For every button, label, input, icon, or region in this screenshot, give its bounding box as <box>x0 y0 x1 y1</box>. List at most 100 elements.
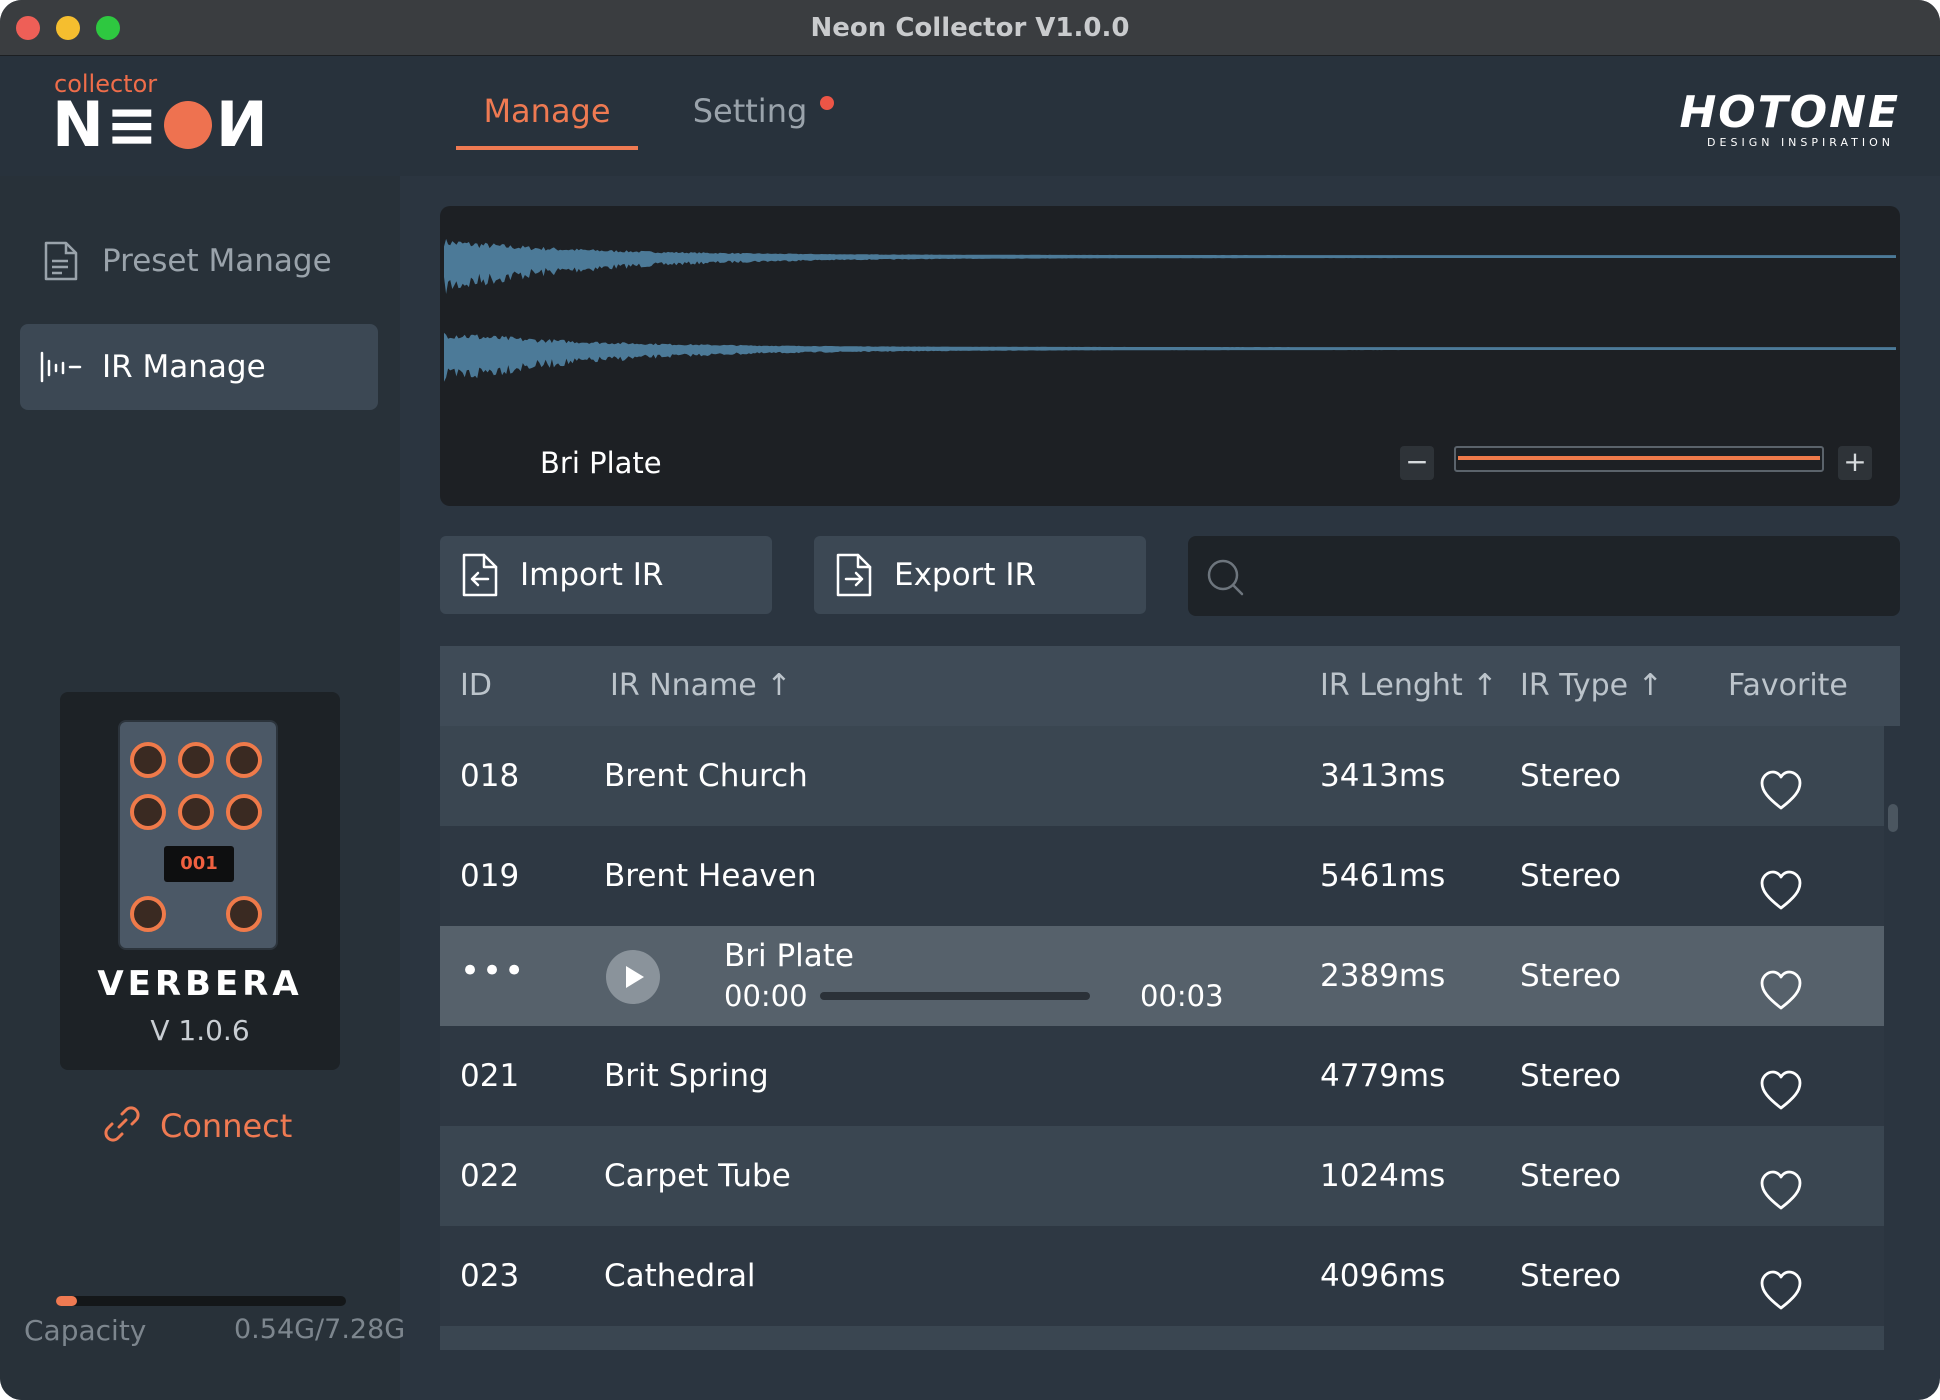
tab-setting[interactable]: Setting <box>670 86 830 150</box>
capacity-bar <box>56 1296 346 1306</box>
search-icon <box>1204 556 1248 600</box>
player-title: Bri Plate <box>724 938 855 974</box>
scrollbar-thumb[interactable] <box>1888 804 1898 832</box>
player-duration: 00:03 <box>1140 979 1224 1013</box>
sidebar: Preset Manage IR Manage 001 VERBERA V 1.… <box>0 176 405 1400</box>
row-length: 4779ms <box>1320 1058 1446 1094</box>
favorite-heart-icon[interactable] <box>1758 754 1804 810</box>
device-card: 001 VERBERA V 1.0.6 <box>60 692 340 1070</box>
table-row-partial <box>440 1326 1884 1350</box>
logo-circle-icon <box>163 101 212 149</box>
import-ir-label: Import IR <box>520 557 664 593</box>
waveform-channel-1 <box>444 238 1896 294</box>
capacity-label: Capacity <box>24 1314 147 1347</box>
row-length: 3413ms <box>1320 758 1446 794</box>
player-current-time: 00:00 <box>724 979 808 1013</box>
sidebar-item-label: IR Manage <box>102 349 266 385</box>
row-type: Stereo <box>1520 958 1622 994</box>
zoom-out-button[interactable]: − <box>1400 446 1434 480</box>
import-file-icon <box>458 551 502 599</box>
knob-icon <box>130 742 166 778</box>
export-ir-label: Export IR <box>894 557 1037 593</box>
column-header-length[interactable]: IR Lenght ↑ <box>1320 646 1497 726</box>
app-window: Neon Collector V1.0.0 collector N≡ И Man… <box>0 0 1940 1400</box>
connect-label: Connect <box>160 1107 293 1145</box>
column-header-name[interactable]: IR Nname ↑ <box>610 646 791 726</box>
row-id: 021 <box>460 1058 520 1094</box>
export-ir-button[interactable]: Export IR <box>814 536 1146 614</box>
waveform-channel-2 <box>444 332 1896 382</box>
knob-icon <box>130 896 166 932</box>
knob-icon <box>130 794 166 830</box>
title-bar: Neon Collector V1.0.0 <box>0 0 1940 56</box>
table-row-active[interactable]: ••• Bri Plate 00:00 00:03 2389ms Stereo <box>440 926 1884 1026</box>
document-icon <box>36 237 84 285</box>
logo-text-left: N≡ <box>52 88 160 161</box>
row-type: Stereo <box>1520 758 1622 794</box>
player-progress-bar[interactable] <box>820 992 1090 1000</box>
waveform-panel: Bri Plate − + <box>440 206 1900 506</box>
favorite-heart-icon[interactable] <box>1758 954 1804 1010</box>
notification-dot <box>820 96 834 110</box>
zoom-slider[interactable] <box>1454 446 1824 472</box>
pedal-image: 001 <box>118 720 278 950</box>
capacity-value: 0.54G/7.28G <box>234 1314 406 1345</box>
app-logo: N≡ И <box>52 90 270 160</box>
column-header-type[interactable]: IR Type ↑ <box>1520 646 1663 726</box>
row-type: Stereo <box>1520 1158 1622 1194</box>
play-icon <box>626 966 644 988</box>
export-file-icon <box>832 551 876 599</box>
column-header-id: ID <box>460 668 492 703</box>
favorite-heart-icon[interactable] <box>1758 1054 1804 1110</box>
row-name: Brit Spring <box>604 1058 769 1094</box>
row-length: 2389ms <box>1320 958 1446 994</box>
play-button[interactable] <box>606 950 660 1004</box>
import-ir-button[interactable]: Import IR <box>440 536 772 614</box>
logo-text-right: И <box>215 88 270 161</box>
row-type: Stereo <box>1520 1258 1622 1294</box>
waveform-icon <box>36 343 84 391</box>
waveform-title: Bri Plate <box>540 446 662 480</box>
row-type: Stereo <box>1520 1058 1622 1094</box>
search-box <box>1188 536 1900 616</box>
row-length: 4096ms <box>1320 1258 1446 1294</box>
sidebar-item-label: Preset Manage <box>102 243 332 279</box>
knob-icon <box>226 896 262 932</box>
tab-manage[interactable]: Manage <box>456 86 638 150</box>
knob-icon <box>178 742 214 778</box>
row-id: 023 <box>460 1258 520 1294</box>
sidebar-item-preset-manage[interactable]: Preset Manage <box>20 218 378 304</box>
device-version: V 1.0.6 <box>150 1014 250 1047</box>
app-header: collector N≡ И Manage Setting HOTONE DES… <box>0 56 1940 176</box>
pedal-display: 001 <box>164 846 234 882</box>
knob-icon <box>226 794 262 830</box>
connect-button[interactable]: Connect <box>100 1102 292 1150</box>
row-id: 022 <box>460 1158 520 1194</box>
row-name: Cathedral <box>604 1258 756 1294</box>
row-length: 1024ms <box>1320 1158 1446 1194</box>
ir-table: ID IR Nname ↑ IR Lenght ↑ IR Type ↑ Favo… <box>440 646 1900 1350</box>
favorite-heart-icon[interactable] <box>1758 1154 1804 1210</box>
zoom-in-button[interactable]: + <box>1838 446 1872 480</box>
knob-icon <box>226 742 262 778</box>
brand-logo: HOTONE DESIGN INSPIRATION <box>1660 87 1900 150</box>
row-name: Carpet Tube <box>604 1158 791 1194</box>
knob-icon <box>178 794 214 830</box>
link-icon <box>100 1102 148 1150</box>
favorite-heart-icon[interactable] <box>1758 854 1804 910</box>
row-type: Stereo <box>1520 858 1622 894</box>
table-row[interactable]: 022 Carpet Tube 1024ms Stereo <box>440 1126 1884 1226</box>
device-name: VERBERA <box>97 964 303 1004</box>
favorite-heart-icon[interactable] <box>1758 1254 1804 1310</box>
table-row[interactable]: 019 Brent Heaven 5461ms Stereo <box>440 826 1884 926</box>
more-options-button[interactable]: ••• <box>460 954 526 988</box>
table-row[interactable]: 023 Cathedral 4096ms Stereo <box>440 1226 1884 1326</box>
capacity-bar-fill <box>56 1296 78 1306</box>
brand-name: HOTONE <box>1679 87 1900 138</box>
sidebar-item-ir-manage[interactable]: IR Manage <box>20 324 378 410</box>
search-input[interactable] <box>1260 550 1880 602</box>
table-row[interactable]: 018 Brent Church 3413ms Stereo <box>440 726 1884 826</box>
row-id: 019 <box>460 858 520 894</box>
table-row[interactable]: 021 Brit Spring 4779ms Stereo <box>440 1026 1884 1126</box>
table-scrollbar[interactable] <box>1886 726 1900 1326</box>
